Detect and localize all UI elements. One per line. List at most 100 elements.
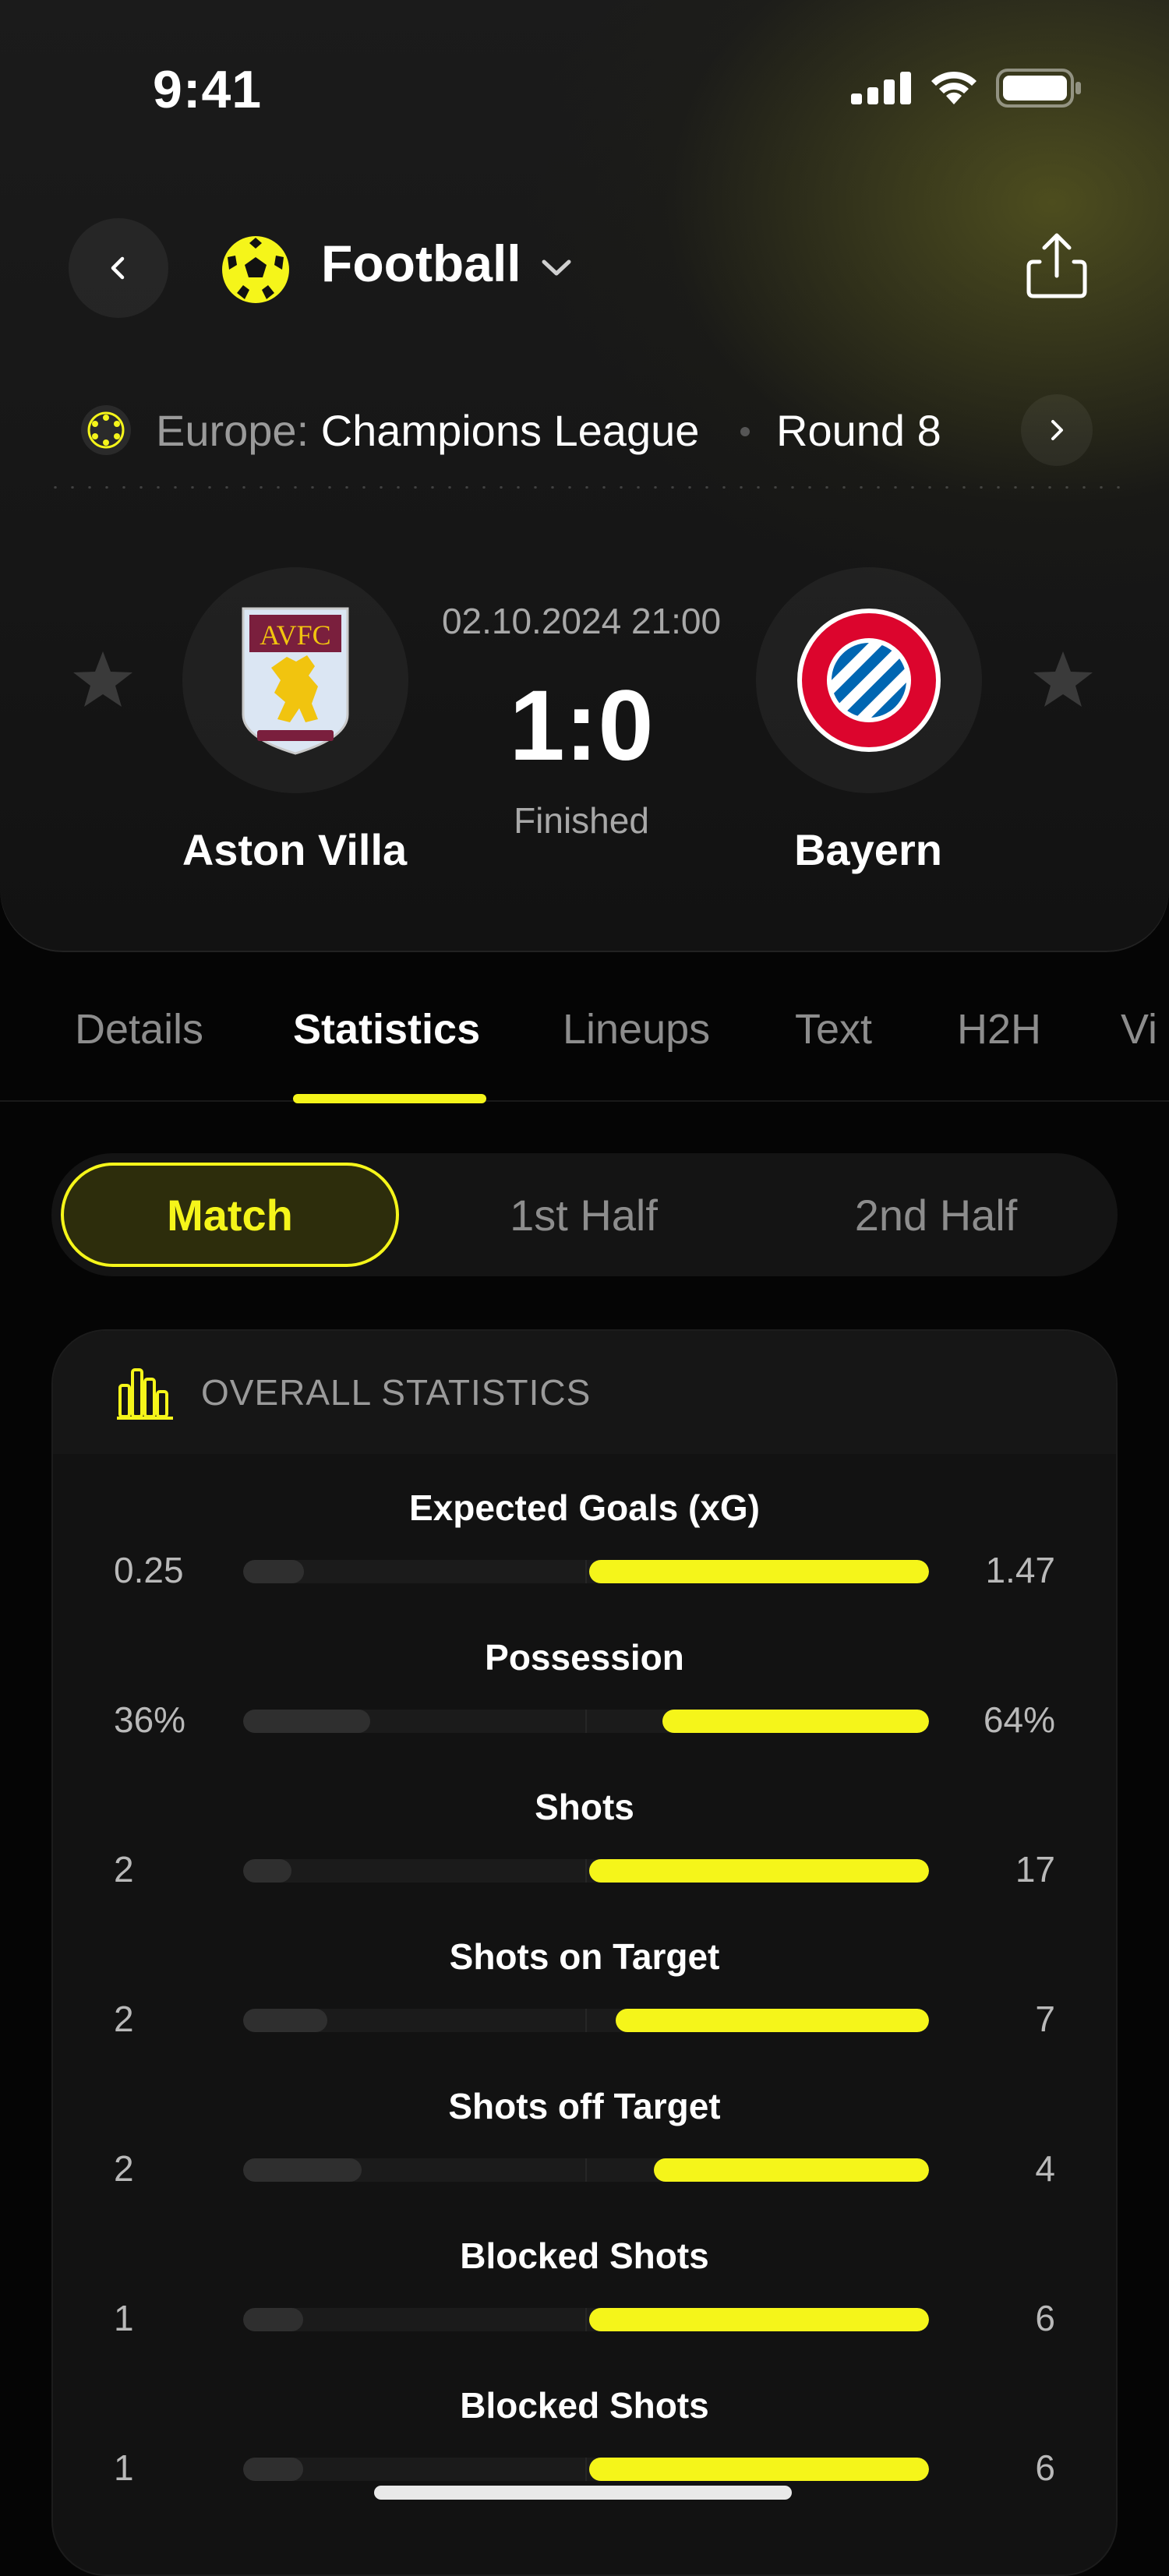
divider [47, 486, 1122, 489]
stat-home-bar [243, 1859, 291, 1883]
stat-row: Possession 36% 64% [53, 1636, 1116, 1786]
stat-away-bar [616, 2009, 929, 2032]
away-team-name[interactable]: Bayern [712, 824, 1024, 875]
stat-away-value: 1.47 [985, 1550, 1055, 1590]
stat-bar-track [243, 1710, 929, 1733]
stat-home-bar [243, 1710, 370, 1733]
stat-row: Shots on Target 2 7 [53, 1936, 1116, 2085]
tabs-divider [0, 1100, 1169, 1102]
stat-bar-midline [585, 2009, 587, 2032]
stat-row: Blocked Shots 1 6 [53, 2235, 1116, 2384]
stat-row: Shots off Target 2 4 [53, 2085, 1116, 2235]
tab-h2h[interactable]: H2H [957, 1005, 1041, 1053]
stat-row: Expected Goals (xG) 0.25 1.47 [53, 1487, 1116, 1636]
stat-name: Shots [535, 1787, 634, 1827]
stat-name: Blocked Shots [460, 2385, 709, 2426]
stat-away-bar [589, 2308, 929, 2331]
tab-details[interactable]: Details [75, 1005, 203, 1053]
away-team-logo[interactable] [756, 567, 982, 793]
stat-away-value: 7 [1035, 1999, 1055, 2039]
stat-home-bar [243, 2308, 303, 2331]
star-icon[interactable] [1030, 647, 1096, 712]
stat-home-bar [243, 2009, 327, 2032]
sport-title[interactable]: Football [321, 234, 521, 293]
home-team-name[interactable]: Aston Villa [139, 824, 450, 875]
stat-home-value: 2 [114, 1849, 134, 1890]
period-match-button[interactable]: Match [61, 1163, 399, 1267]
stat-bar-midline [585, 2458, 587, 2481]
chevron-left-icon [111, 256, 125, 280]
round-label: Round 8 [776, 406, 941, 455]
stat-bar-track [243, 1859, 929, 1883]
period-first-half-button[interactable]: 1st Half [415, 1163, 753, 1267]
stat-away-bar [589, 2458, 929, 2481]
stat-home-value: 2 [114, 2148, 134, 2189]
sport-selector[interactable] [220, 234, 291, 309]
stat-home-value: 1 [114, 2447, 134, 2488]
stat-home-value: 0.25 [114, 1550, 184, 1590]
svg-text:AVFC: AVFC [260, 619, 330, 651]
period-second-half-button[interactable]: 2nd Half [767, 1163, 1105, 1267]
star-icon[interactable] [70, 647, 136, 712]
tab-lineups[interactable]: Lineups [563, 1005, 710, 1053]
chevron-right-icon [1051, 420, 1063, 440]
stat-home-bar [243, 2458, 303, 2481]
stat-bar-track [243, 1560, 929, 1583]
chevron-down-icon[interactable] [536, 254, 577, 282]
stat-name: Possession [485, 1637, 684, 1678]
period-segment-control: Match 1st Half 2nd Half [51, 1153, 1118, 1276]
separator-dot [740, 427, 750, 436]
status-icons [851, 69, 1083, 108]
match-status: Finished [514, 800, 649, 841]
stat-home-value: 36% [114, 1699, 186, 1740]
tab-text[interactable]: Text [795, 1005, 872, 1053]
stats-header: OVERALL STATISTICS [53, 1331, 1116, 1454]
back-button[interactable] [69, 218, 168, 318]
stat-bar-track [243, 2158, 929, 2182]
stat-row: Blocked Shots 1 6 [53, 2384, 1116, 2534]
match-datetime: 02.10.2024 21:00 [441, 601, 722, 641]
overall-statistics-card: OVERALL STATISTICS Expected Goals (xG) 0.… [51, 1329, 1118, 2576]
status-time: 9:41 [153, 60, 263, 119]
next-round-button[interactable] [1021, 394, 1093, 466]
home-indicator [374, 2486, 792, 2500]
stat-home-bar [243, 2158, 362, 2182]
league-label[interactable]: Europe: Champions League [156, 405, 699, 456]
stat-bar-midline [585, 1560, 587, 1583]
league-region: Europe: [156, 406, 309, 455]
signal-icon [851, 72, 911, 104]
share-icon[interactable] [1021, 231, 1093, 302]
battery-icon [996, 69, 1081, 108]
stat-bar-track [243, 2009, 929, 2032]
champions-league-icon [81, 405, 131, 455]
stat-away-bar [589, 1859, 929, 1883]
aston-villa-crest: AVFC [242, 607, 349, 755]
stat-name: Shots off Target [448, 2086, 721, 2126]
stat-home-bar [243, 1560, 304, 1583]
tab-video[interactable]: Vi [1121, 1005, 1157, 1053]
match-score: 1:0 [509, 670, 654, 782]
stat-away-value: 6 [1035, 2447, 1055, 2488]
stat-bar-midline [585, 1710, 587, 1733]
stat-bar-midline [585, 2158, 587, 2182]
stat-away-value: 64% [983, 1699, 1055, 1740]
stat-away-value: 17 [1015, 1849, 1055, 1890]
stat-name: Expected Goals (xG) [409, 1487, 760, 1528]
tab-statistics[interactable]: Statistics [293, 1005, 480, 1053]
stat-name: Blocked Shots [460, 2235, 709, 2276]
stat-home-value: 1 [114, 2298, 134, 2338]
soccer-ball-icon [222, 236, 289, 303]
bar-chart-icon [117, 1368, 173, 1420]
stat-away-bar [589, 1560, 929, 1583]
league-name: Champions League [320, 406, 700, 455]
stat-home-value: 2 [114, 1999, 134, 2039]
bayern-crest [797, 609, 941, 752]
home-team-logo[interactable]: AVFC [182, 567, 408, 793]
stat-bar-track [243, 2458, 929, 2481]
active-tab-indicator [293, 1094, 486, 1103]
stat-away-bar [662, 1710, 929, 1733]
stat-name: Shots on Target [449, 1936, 720, 1977]
stat-row: Shots 2 17 [53, 1786, 1116, 1936]
match-tabs: Details Statistics Lineups Text H2H Vi [0, 1005, 1169, 1075]
stats-section-title: OVERALL STATISTICS [201, 1372, 592, 1413]
